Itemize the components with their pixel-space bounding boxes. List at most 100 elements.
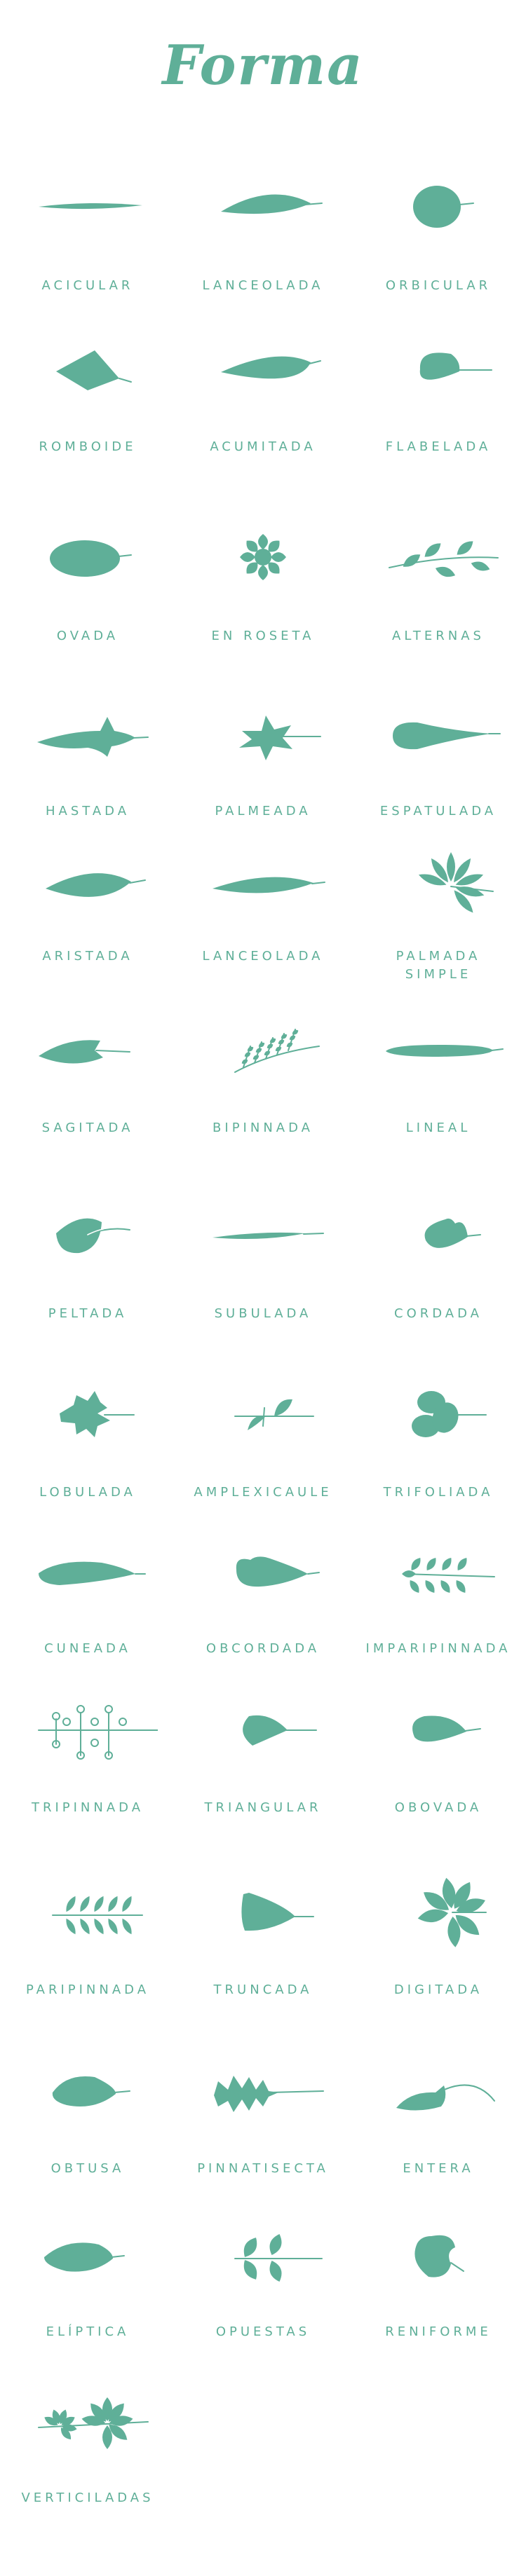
palmada-simple-leaf-icon bbox=[418, 852, 494, 913]
leaf-label: TRUNCADA bbox=[213, 1982, 313, 1997]
leaf-label: TRIANGULAR bbox=[204, 1800, 322, 1815]
leaf-label: LANCEOLADA bbox=[202, 278, 324, 293]
leaf-card: PALMEADA bbox=[175, 690, 351, 844]
leaf-label: HASTADA bbox=[45, 804, 130, 818]
leaf-label: ROMBOIDE bbox=[39, 439, 137, 454]
truncada-leaf-icon bbox=[241, 1893, 314, 1931]
leaf-card: LANCEOLADA bbox=[175, 161, 351, 315]
leaf-card: FLABELADA bbox=[351, 326, 526, 480]
amplexicaule-leaf-icon bbox=[234, 1399, 314, 1430]
leaf-label: PALMEADA bbox=[215, 804, 311, 818]
cordada-leaf-icon bbox=[424, 1218, 481, 1248]
leaf-card: OVADA bbox=[0, 512, 175, 666]
leaf-card: CORDADA bbox=[351, 1191, 526, 1345]
leaf-card: ARISTADA bbox=[0, 841, 175, 995]
leaf-label: BIPINNADA bbox=[213, 1121, 313, 1135]
leaf-card: AMPLEXICAULE bbox=[175, 1370, 351, 1524]
leaf-label: LOBULADA bbox=[39, 1485, 136, 1500]
sagitada-leaf-icon bbox=[39, 1040, 130, 1064]
leaf-label: CUNEADA bbox=[44, 1641, 131, 1656]
leaf-label: OBCORDADA bbox=[205, 1641, 321, 1656]
leaf-card: SUBULADA bbox=[175, 1191, 351, 1345]
leaf-label: EN ROSETA bbox=[211, 629, 315, 643]
leaf-label: LINEAL bbox=[405, 1121, 471, 1135]
leaf-label: OBTUSA bbox=[50, 2161, 125, 2176]
leaf-card: ELÍPTICA bbox=[0, 2211, 175, 2365]
leaf-card: ORBICULAR bbox=[351, 161, 526, 315]
leaf-label: ESPATULADA bbox=[379, 804, 497, 818]
leaf-card: CUNEADA bbox=[0, 1528, 175, 1682]
leaf-card: ACICULAR bbox=[0, 161, 175, 315]
obcordada-leaf-icon bbox=[236, 1556, 320, 1587]
leaf-label: ARISTADA bbox=[42, 949, 133, 964]
leaf-label: LANCEOLADA bbox=[202, 949, 324, 964]
leaf-label: VERTICILADAS bbox=[21, 2491, 154, 2505]
leaf-label: OVADA bbox=[56, 629, 119, 643]
leaf-label: IMPARIPINNADA bbox=[365, 1641, 511, 1656]
hastada-leaf-icon bbox=[37, 717, 149, 757]
paripinnada-leaf-icon bbox=[52, 1896, 143, 1935]
pinnatisecta-leaf-icon bbox=[214, 2076, 324, 2112]
leaf-card: VERTICILADAS bbox=[0, 2376, 175, 2530]
leaf-card: LOBULADA bbox=[0, 1370, 175, 1524]
leaf-card: TRIFOLIADA bbox=[351, 1370, 526, 1524]
leaf-label: CORDADA bbox=[394, 1306, 483, 1321]
obovada-leaf-icon bbox=[412, 1715, 481, 1742]
leaf-label: ELÍPTICA bbox=[46, 2324, 130, 2339]
leaf-card: TRIPINNADA bbox=[0, 1685, 175, 1839]
leaf-label: DIGITADA bbox=[393, 1982, 483, 1997]
cuneada-leaf-icon bbox=[39, 1561, 146, 1585]
leaf-label: ALTERNAS bbox=[392, 629, 485, 643]
leaf-label: PALMADA SIMPLE bbox=[396, 949, 481, 982]
leaf-label: TRIPINNADA bbox=[31, 1800, 144, 1815]
leaf-card: ENTERA bbox=[351, 2046, 526, 2200]
leaf-label: OBOVADA bbox=[394, 1800, 483, 1815]
leaf-card: ALTERNAS bbox=[351, 512, 526, 666]
aristada-leaf-icon bbox=[46, 873, 146, 897]
subulada-leaf-icon bbox=[213, 1232, 324, 1239]
acicular-leaf-icon bbox=[39, 203, 142, 210]
leaf-label: PARIPINNADA bbox=[25, 1982, 150, 1997]
digitada-leaf-icon bbox=[417, 1877, 487, 1947]
leaf-card: OBTUSA bbox=[0, 2046, 175, 2200]
leaf-label: ORBICULAR bbox=[385, 278, 492, 293]
ovada-leaf-icon bbox=[50, 540, 132, 577]
trifoliada-leaf-icon bbox=[412, 1391, 487, 1437]
opuestas-leaf-icon bbox=[234, 2233, 323, 2282]
leaf-label: RENIFORME bbox=[385, 2324, 492, 2339]
leaf-card: OPUESTAS bbox=[175, 2211, 351, 2365]
imparipinnada-leaf-icon bbox=[402, 1557, 495, 1594]
leaf-card: TRUNCADA bbox=[175, 1868, 351, 2022]
leaf-card: PINNATISECTA bbox=[175, 2046, 351, 2200]
leaf-label: SUBULADA bbox=[214, 1306, 312, 1321]
en-roseta-leaf-icon bbox=[240, 534, 286, 580]
romboide-leaf-icon bbox=[56, 350, 132, 390]
entera-leaf-icon bbox=[396, 2084, 495, 2111]
lineal-leaf-icon bbox=[386, 1045, 504, 1057]
leaf-shape-grid: ACICULAR LANCEOLADA ORBICULAR ROMBOIDE ACUMI… bbox=[0, 0, 526, 2576]
triangular-leaf-icon bbox=[243, 1715, 317, 1746]
leaf-card: LANCEOLADA bbox=[175, 841, 351, 995]
leaf-card: ESPATULADA bbox=[351, 690, 526, 844]
lanceolada-leaf-icon bbox=[221, 194, 323, 214]
leaf-card: DIGITADA bbox=[351, 1868, 526, 2022]
leaf-label: SAGITADA bbox=[41, 1121, 134, 1135]
lobulada-leaf-icon bbox=[60, 1391, 135, 1437]
leaf-card: LINEAL bbox=[351, 1006, 526, 1160]
reniforme-leaf-icon bbox=[414, 2235, 464, 2277]
leaf-label: OPUESTAS bbox=[215, 2324, 311, 2339]
acumitada-leaf-icon bbox=[221, 356, 321, 379]
flabelada-leaf-icon bbox=[419, 352, 492, 380]
eliptica-leaf-icon bbox=[44, 2242, 125, 2272]
lanceolada-leaf-icon bbox=[213, 877, 325, 893]
obtusa-leaf-icon bbox=[52, 2076, 130, 2106]
leaf-card: HASTADA bbox=[0, 690, 175, 844]
leaf-card: PALMADA SIMPLE bbox=[351, 841, 526, 995]
leaf-label: AMPLEXICAULE bbox=[194, 1485, 332, 1500]
leaf-card: TRIANGULAR bbox=[175, 1685, 351, 1839]
leaf-card: OBCORDADA bbox=[175, 1528, 351, 1682]
leaf-card: PELTADA bbox=[0, 1191, 175, 1345]
leaf-label: ACUMITADA bbox=[210, 439, 316, 454]
leaf-label: TRIFOLIADA bbox=[383, 1485, 494, 1500]
leaf-card: EN ROSETA bbox=[175, 512, 351, 666]
